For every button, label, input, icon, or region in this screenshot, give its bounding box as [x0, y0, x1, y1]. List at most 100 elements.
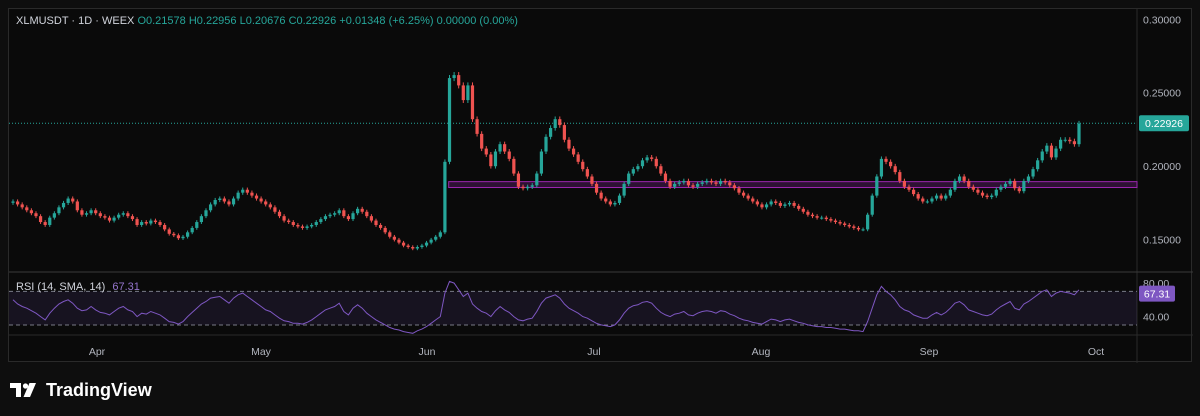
- candle-body[interactable]: [1045, 145, 1049, 152]
- candle-body[interactable]: [980, 192, 985, 196]
- candle-body[interactable]: [994, 189, 998, 196]
- candle-body[interactable]: [663, 173, 668, 181]
- candle-body[interactable]: [374, 220, 378, 225]
- candle-body[interactable]: [241, 189, 245, 193]
- candle-body[interactable]: [829, 219, 833, 221]
- candle-body[interactable]: [944, 195, 948, 199]
- candle-body[interactable]: [20, 204, 24, 208]
- candle-body[interactable]: [650, 157, 654, 159]
- candle-body[interactable]: [254, 195, 259, 199]
- candle-body[interactable]: [470, 85, 475, 120]
- candle-body[interactable]: [144, 222, 148, 224]
- candle-body[interactable]: [581, 161, 585, 170]
- symbol-label[interactable]: XLMUSDT · 1D · WEEX: [16, 15, 134, 27]
- candle-body[interactable]: [15, 201, 20, 205]
- candle-body[interactable]: [787, 202, 792, 205]
- candle-body[interactable]: [208, 204, 213, 211]
- candle-body[interactable]: [475, 119, 479, 134]
- candle-body[interactable]: [530, 185, 534, 187]
- candle-body[interactable]: [461, 85, 465, 101]
- candle-body[interactable]: [107, 217, 112, 221]
- candle-body[interactable]: [916, 194, 920, 199]
- candle-body[interactable]: [815, 216, 819, 218]
- candle-body[interactable]: [163, 224, 167, 230]
- candle-body[interactable]: [126, 213, 130, 217]
- candle-body[interactable]: [103, 216, 107, 218]
- candle-body[interactable]: [1017, 188, 1021, 192]
- candle-body[interactable]: [218, 198, 222, 201]
- candle-body[interactable]: [434, 236, 438, 240]
- candle-body[interactable]: [755, 201, 759, 205]
- candle-body[interactable]: [346, 216, 351, 220]
- candle-body[interactable]: [57, 207, 61, 214]
- candle-body[interactable]: [328, 214, 332, 217]
- candle-body[interactable]: [310, 224, 314, 227]
- candle-body[interactable]: [645, 157, 649, 161]
- candle-body[interactable]: [957, 176, 962, 181]
- candle-body[interactable]: [677, 182, 681, 184]
- candle-body[interactable]: [746, 195, 750, 199]
- candle-body[interactable]: [985, 195, 989, 198]
- candle-body[interactable]: [939, 195, 943, 199]
- candle-body[interactable]: [140, 222, 144, 225]
- candle-body[interactable]: [25, 207, 29, 211]
- candle-body[interactable]: [1040, 151, 1044, 161]
- candle-body[interactable]: [521, 186, 525, 189]
- candle-body[interactable]: [369, 216, 374, 221]
- candle-body[interactable]: [723, 180, 727, 183]
- candle-body[interactable]: [484, 148, 488, 155]
- candle-body[interactable]: [709, 180, 714, 183]
- candle-body[interactable]: [911, 189, 916, 195]
- candle-body[interactable]: [236, 192, 240, 199]
- candle-body[interactable]: [778, 202, 782, 206]
- candle-body[interactable]: [250, 192, 254, 196]
- candle-body[interactable]: [627, 173, 631, 184]
- candle-body[interactable]: [204, 210, 208, 217]
- candle-body[interactable]: [287, 220, 291, 223]
- candle-body[interactable]: [907, 186, 911, 190]
- candle-body[interactable]: [696, 183, 700, 187]
- candle-body[interactable]: [89, 210, 93, 214]
- candle-body[interactable]: [80, 210, 84, 215]
- candle-body[interactable]: [392, 236, 396, 240]
- candle-body[interactable]: [590, 176, 594, 184]
- candle-body[interactable]: [489, 154, 493, 167]
- candle-body[interactable]: [553, 119, 557, 129]
- candle-body[interactable]: [185, 232, 190, 237]
- candle-body[interactable]: [1008, 180, 1012, 184]
- candle-body[interactable]: [11, 201, 15, 203]
- candle-body[interactable]: [599, 192, 603, 199]
- candle-body[interactable]: [856, 227, 861, 230]
- candle-body[interactable]: [401, 242, 406, 246]
- candle-body[interactable]: [571, 148, 576, 155]
- candle-body[interactable]: [365, 211, 369, 217]
- candle-body[interactable]: [810, 214, 815, 217]
- candle-body[interactable]: [925, 201, 929, 203]
- candle-body[interactable]: [383, 227, 387, 233]
- candle-body[interactable]: [167, 229, 171, 234]
- candle-body[interactable]: [843, 223, 847, 225]
- candle-body[interactable]: [305, 226, 309, 228]
- candle-body[interactable]: [342, 210, 346, 217]
- candle-body[interactable]: [195, 222, 199, 228]
- candle-body[interactable]: [852, 226, 856, 228]
- candle-body[interactable]: [71, 198, 75, 202]
- candle-body[interactable]: [631, 169, 635, 174]
- candle-body[interactable]: [967, 180, 971, 187]
- candle-body[interactable]: [820, 217, 824, 219]
- candle-body[interactable]: [585, 169, 589, 177]
- candle-body[interactable]: [544, 136, 548, 152]
- candle-body[interactable]: [893, 166, 897, 173]
- candle-body[interactable]: [66, 198, 70, 203]
- candle-body[interactable]: [378, 224, 383, 228]
- rsi-label[interactable]: RSI (14, SMA, 14): [16, 281, 105, 293]
- candle-body[interactable]: [282, 216, 286, 221]
- candle-body[interactable]: [1022, 180, 1026, 192]
- candle-body[interactable]: [728, 182, 732, 186]
- candle-body[interactable]: [760, 204, 764, 208]
- candle-body[interactable]: [388, 232, 392, 237]
- candle-body[interactable]: [420, 245, 424, 248]
- candle-body[interactable]: [277, 211, 282, 217]
- candle-body[interactable]: [999, 186, 1003, 190]
- candle-body[interactable]: [231, 198, 236, 205]
